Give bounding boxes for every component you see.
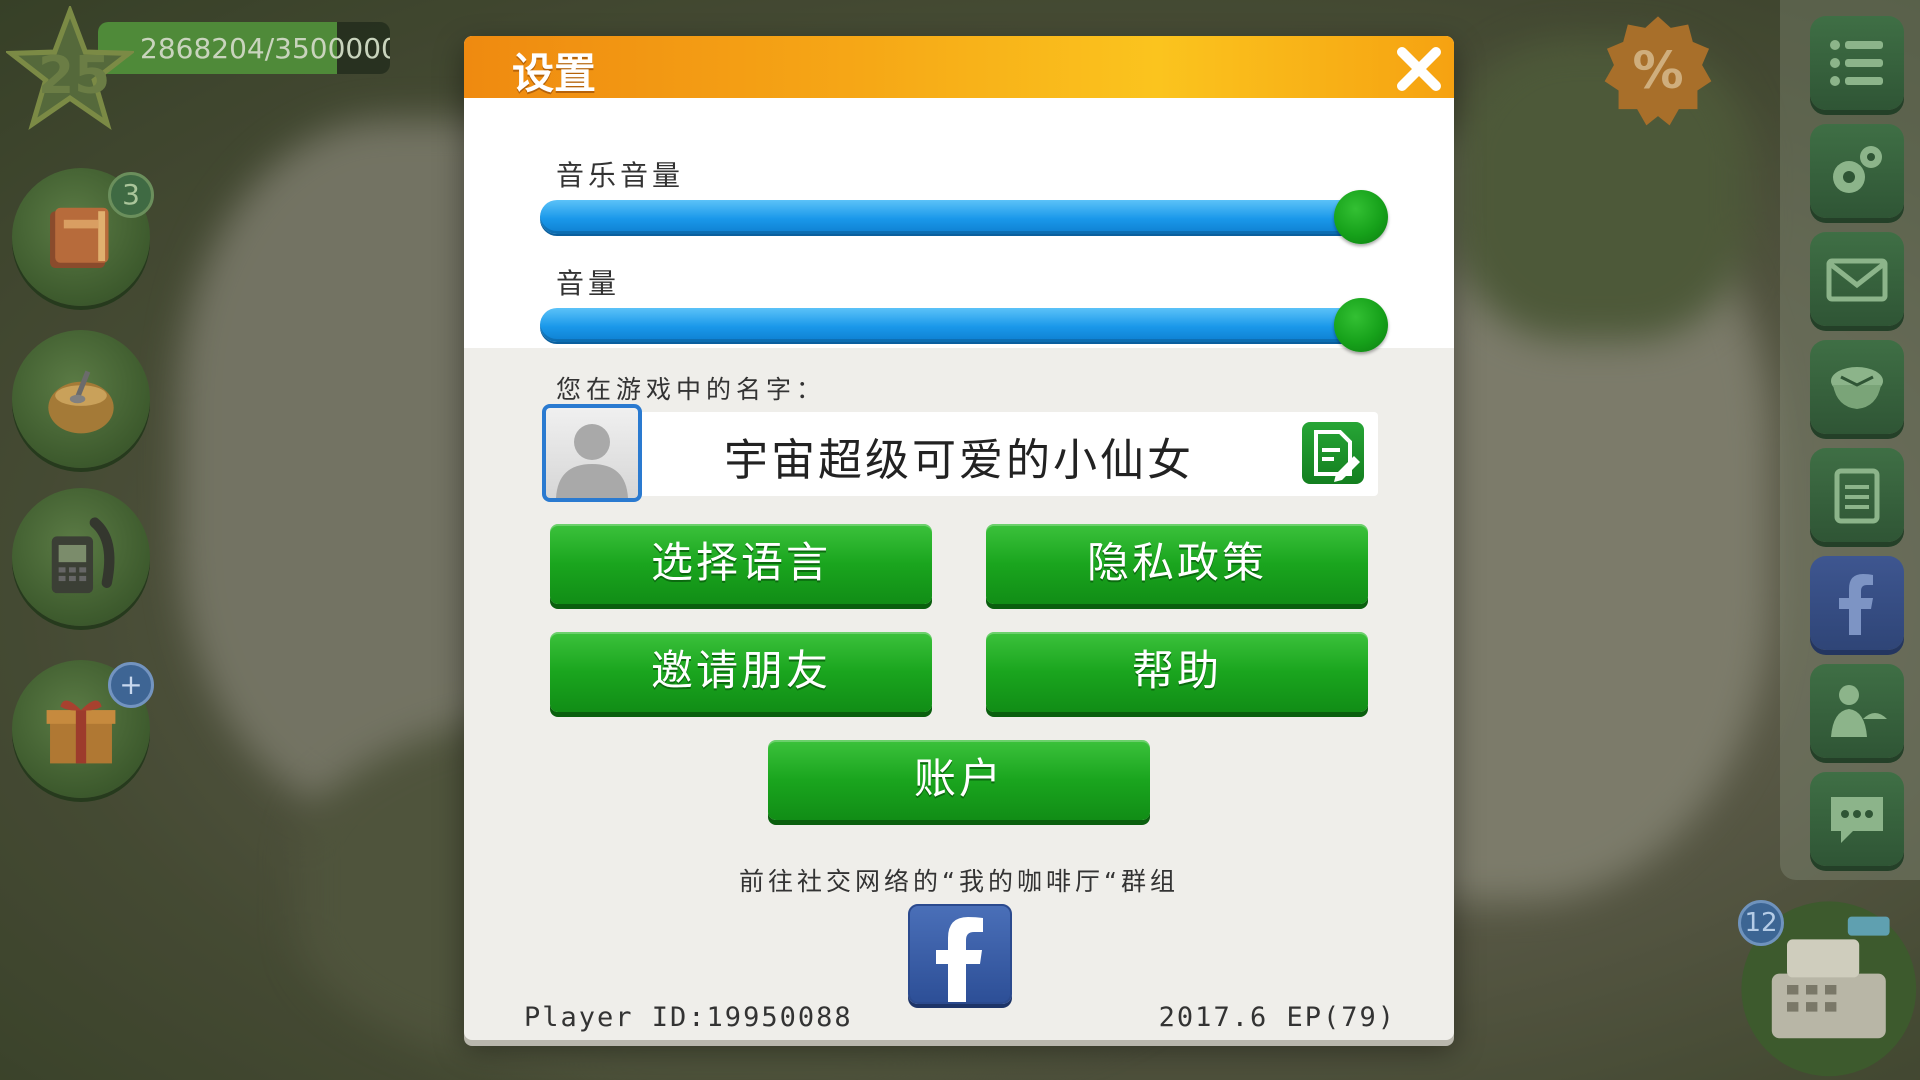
- waiter-icon: [1831, 685, 1887, 737]
- close-icon[interactable]: [1394, 44, 1444, 94]
- music-volume-slider[interactable]: [540, 200, 1386, 234]
- waiter-button[interactable]: [1810, 664, 1904, 758]
- settings-gears-icon: [1833, 146, 1882, 193]
- level-number: 25: [38, 46, 111, 106]
- dialog-title: 设置: [512, 49, 597, 98]
- edit-name-button[interactable]: [1302, 422, 1364, 484]
- mail-icon: [1826, 258, 1888, 302]
- music-volume-thumb[interactable]: [1334, 190, 1388, 244]
- privacy-policy-button[interactable]: 隐私政策: [986, 524, 1368, 604]
- gift-box-icon: [46, 700, 116, 764]
- dialog-header: 设置: [464, 36, 1454, 98]
- xp-progress-bar: 2868204/3500000: [98, 22, 390, 74]
- help-button[interactable]: 帮助: [986, 632, 1368, 712]
- list-menu-icon: [1830, 40, 1883, 86]
- flour-sack-icon: [48, 370, 114, 434]
- facebook-icon: [1839, 574, 1873, 635]
- facebook-side-button[interactable]: [1810, 556, 1904, 650]
- settings-button[interactable]: [1810, 124, 1904, 218]
- svg-text:%: %: [1632, 42, 1683, 101]
- volume-section: 音乐音量 音量: [464, 98, 1454, 352]
- music-volume-label: 音乐音量: [556, 159, 685, 192]
- avatar-icon: [556, 424, 628, 498]
- sound-volume-thumb[interactable]: [1334, 298, 1388, 352]
- mail-button[interactable]: [1810, 232, 1904, 326]
- notepad-button[interactable]: [1810, 448, 1904, 542]
- sound-volume-slider[interactable]: [540, 308, 1386, 342]
- edit-name-icon: [1314, 430, 1360, 482]
- recipe-book-button[interactable]: 3: [12, 168, 154, 306]
- player-id: Player ID:19950088: [524, 1002, 853, 1033]
- telephone-button[interactable]: [12, 488, 150, 626]
- facebook-group-button[interactable]: [908, 904, 1012, 1004]
- settings-dialog: 设置 音乐音量 音量 您在游戏中的名字： 宇宙超级可爱的小仙女 选择语言 隐私政…: [464, 36, 1454, 1040]
- player-name-label: 您在游戏中的名字：: [556, 375, 827, 404]
- social-group-text: 前往社交网络的“我的咖啡厅“群组: [739, 867, 1179, 896]
- gift-add-badge: +: [108, 662, 154, 708]
- telephone-icon: [51, 517, 115, 594]
- cake-icon: [1831, 367, 1883, 409]
- cake-button[interactable]: [1810, 340, 1904, 434]
- select-language-button[interactable]: 选择语言: [550, 524, 932, 604]
- discount-percent-icon[interactable]: %: [1600, 14, 1716, 130]
- ingredients-button[interactable]: [12, 330, 150, 468]
- sound-volume-label: 音量: [556, 267, 621, 300]
- account-button[interactable]: 账户: [768, 740, 1150, 820]
- version-text: 2017.6 EP(79): [1158, 1002, 1396, 1033]
- invite-friends-button[interactable]: 邀请朋友: [550, 632, 932, 712]
- notepad-icon: [1834, 468, 1880, 524]
- chat-icon: [1831, 797, 1883, 843]
- recipe-book-badge: 3: [108, 172, 154, 218]
- facebook-icon: [936, 917, 983, 1002]
- list-menu-button[interactable]: [1810, 16, 1904, 110]
- xp-text: 2868204/3500000: [140, 32, 390, 65]
- register-badge: 12: [1738, 900, 1784, 946]
- player-name-text: 宇宙超级可爱的小仙女: [724, 435, 1194, 486]
- chat-button[interactable]: [1810, 772, 1904, 866]
- avatar[interactable]: [542, 404, 642, 502]
- gift-button[interactable]: +: [12, 660, 154, 798]
